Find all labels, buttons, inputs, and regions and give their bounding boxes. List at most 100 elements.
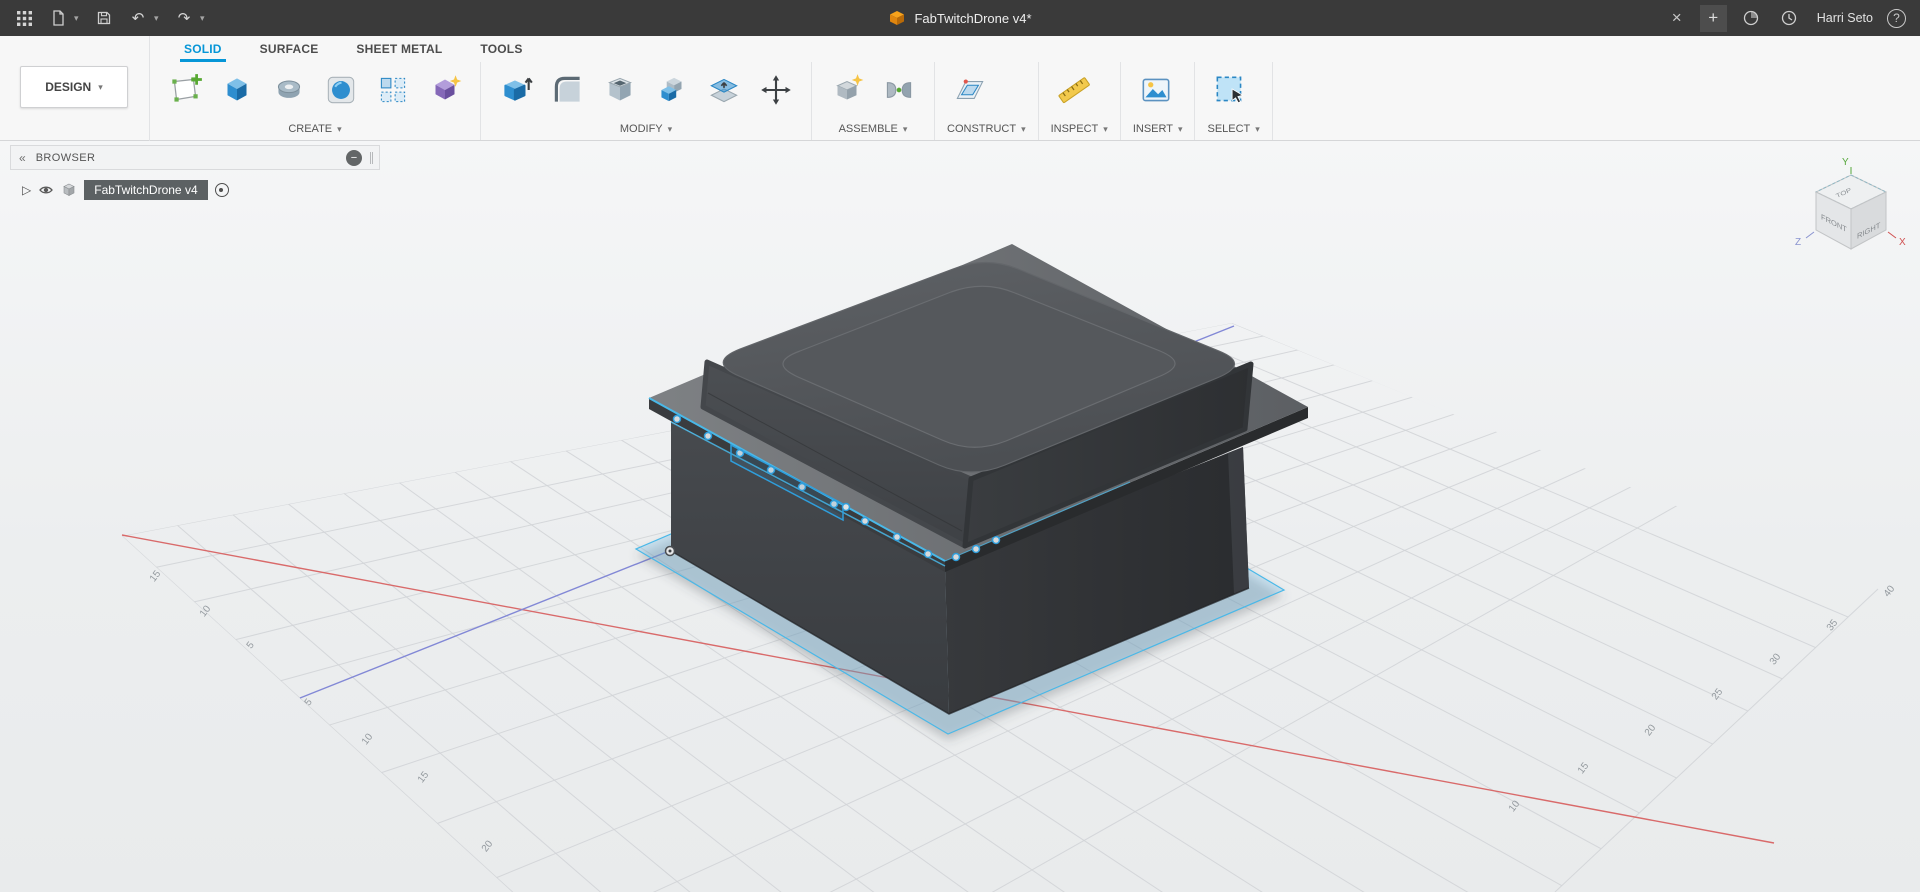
grid-edge <box>1554 588 1879 892</box>
group-label-text: MODIFY <box>619 123 663 135</box>
job-status-icon[interactable] <box>1737 4 1765 32</box>
create-sketch-icon[interactable] <box>162 67 208 113</box>
group-inspect: INSPECT ▾ <box>1039 62 1121 140</box>
browser-header: « BROWSER − <box>10 145 380 170</box>
tab-sheet-metal[interactable]: SHEET METAL <box>356 36 442 62</box>
expand-node-icon[interactable]: ▷ <box>22 183 31 197</box>
group-insert: INSERT ▾ <box>1121 62 1196 140</box>
titlebar-left: ▾ ↶ ▾ ↷ ▾ <box>0 4 210 32</box>
ribbon-tabs: SOLID SURFACE SHEET METAL TOOLS <box>150 36 1920 62</box>
group-label-inspect[interactable]: INSPECT ▾ <box>1051 118 1108 140</box>
app-grid-icon[interactable] <box>10 4 38 32</box>
pattern-icon[interactable] <box>370 67 416 113</box>
shell-icon[interactable] <box>597 67 643 113</box>
grid-glyph <box>16 10 32 26</box>
caret-down-icon: ▾ <box>1177 123 1183 134</box>
tab-label: SURFACE <box>259 42 319 56</box>
combine-icon[interactable] <box>649 67 695 113</box>
file-menu-icon[interactable] <box>44 4 72 32</box>
redo-caret-icon[interactable]: ▾ <box>200 13 210 24</box>
press-pull-icon[interactable] <box>493 67 539 113</box>
viewcube[interactable]: Y TOP FRONT RIGHT X Z <box>1782 153 1914 261</box>
browser-root-row[interactable]: ▷ FabTwitchDrone v4 <box>10 180 380 200</box>
axis-z-label: Z <box>1795 237 1801 248</box>
caret-down-icon: ▾ <box>667 123 673 134</box>
select-icon[interactable] <box>1207 67 1253 113</box>
collapse-panel-icon[interactable]: « <box>17 151 28 165</box>
fillet-icon[interactable] <box>545 67 591 113</box>
design-menu-label: DESIGN <box>45 80 92 94</box>
remove-panel-icon[interactable]: − <box>346 149 362 166</box>
group-label-assemble[interactable]: ASSEMBLE ▾ <box>824 118 922 140</box>
group-label-text: INSERT <box>1132 123 1173 135</box>
user-account[interactable]: Harri Seto <box>1813 11 1877 25</box>
axis-y-label: Y <box>1842 157 1849 168</box>
form-icon[interactable] <box>318 67 364 113</box>
new-component-icon[interactable] <box>824 67 870 113</box>
close-tab-icon[interactable]: × <box>1664 7 1690 29</box>
primitive-box-icon[interactable] <box>422 67 468 113</box>
group-label-modify[interactable]: MODIFY ▾ <box>493 118 799 140</box>
revolve-icon[interactable] <box>266 67 312 113</box>
caret-down-icon: ▾ <box>1021 123 1026 134</box>
sketch-point[interactable] <box>841 502 851 512</box>
redo-icon[interactable]: ↷ <box>170 4 198 32</box>
titlebar: ▾ ↶ ▾ ↷ ▾ FabTwitchDrone v4* × + Harri S… <box>0 0 1920 36</box>
document-title: FabTwitchDrone v4* <box>914 10 1032 26</box>
scene-svg[interactable] <box>0 141 1920 892</box>
ribbon: DESIGN ▾ SOLID SURFACE SHEET METAL TOOLS <box>0 36 1920 141</box>
joint-icon[interactable] <box>876 67 922 113</box>
clock-glyph <box>1781 10 1796 26</box>
group-label-text: INSPECT <box>1050 123 1099 135</box>
history-clock-icon[interactable] <box>1775 4 1803 32</box>
undo-icon[interactable]: ↶ <box>124 4 152 32</box>
measure-icon[interactable] <box>1051 67 1097 113</box>
job-status-glyph <box>1743 10 1758 26</box>
activate-component-icon[interactable] <box>214 183 229 197</box>
browser-panel: « BROWSER − ▷ FabTwitchDrone v4 <box>10 145 380 200</box>
new-tab-icon[interactable]: + <box>1699 4 1727 32</box>
group-label-text: CONSTRUCT <box>947 123 1017 135</box>
caret-down-icon: ▾ <box>902 123 908 134</box>
tab-tools[interactable]: TOOLS <box>480 36 522 62</box>
visibility-eye-icon[interactable] <box>38 182 54 198</box>
tab-solid[interactable]: SOLID <box>180 36 226 62</box>
group-label-text: CREATE <box>288 123 333 135</box>
file-menu-caret-icon[interactable]: ▾ <box>74 13 84 24</box>
group-assemble: ASSEMBLE ▾ <box>812 62 935 140</box>
toolbar: CREATE ▾ MODIFY ▾ ASSEMBLE ▾ CONSTRUCT ▾… <box>150 62 1920 140</box>
move-icon[interactable] <box>753 67 799 113</box>
design-workspace-menu[interactable]: DESIGN ▾ <box>20 66 128 108</box>
file-glyph <box>53 10 64 26</box>
tab-surface[interactable]: SURFACE <box>260 36 319 62</box>
titlebar-center: FabTwitchDrone v4* <box>0 0 1920 36</box>
design-column: DESIGN ▾ <box>0 36 150 141</box>
tab-label: TOOLS <box>480 42 523 56</box>
viewport[interactable]: 15 10 5 5 10 15 20 40 35 30 25 20 15 10 « BROWSER − ▷ <box>0 141 1920 892</box>
caret-down-icon: ▾ <box>1255 123 1260 134</box>
undo-caret-icon[interactable]: ▾ <box>154 13 164 24</box>
browser-title: BROWSER <box>35 151 96 164</box>
extrude-icon[interactable] <box>214 67 260 113</box>
group-label-construct[interactable]: CONSTRUCT ▾ <box>947 118 1026 140</box>
root-component-label[interactable]: FabTwitchDrone v4 <box>84 180 208 200</box>
group-label-text: ASSEMBLE <box>838 123 898 135</box>
model-body[interactable] <box>634 244 1308 740</box>
help-icon[interactable]: ? <box>1887 8 1906 28</box>
group-modify: MODIFY ▾ <box>481 62 812 140</box>
group-construct: CONSTRUCT ▾ <box>935 62 1039 140</box>
group-label-create[interactable]: CREATE ▾ <box>162 118 468 140</box>
save-glyph <box>97 11 111 25</box>
group-label-select[interactable]: SELECT ▾ <box>1207 118 1259 140</box>
insert-canvas-icon[interactable] <box>1133 67 1179 113</box>
offset-face-icon[interactable] <box>701 67 747 113</box>
tab-label: SHEET METAL <box>356 42 443 56</box>
caret-down-icon: ▾ <box>1103 123 1108 134</box>
origin-point[interactable] <box>664 545 676 557</box>
panel-grip-icon[interactable] <box>370 151 373 164</box>
save-icon[interactable] <box>90 4 118 32</box>
document-cube-icon <box>890 11 905 25</box>
group-label-insert[interactable]: INSERT ▾ <box>1133 118 1183 140</box>
tab-label: SOLID <box>184 42 222 56</box>
construction-plane-icon[interactable] <box>947 67 993 113</box>
